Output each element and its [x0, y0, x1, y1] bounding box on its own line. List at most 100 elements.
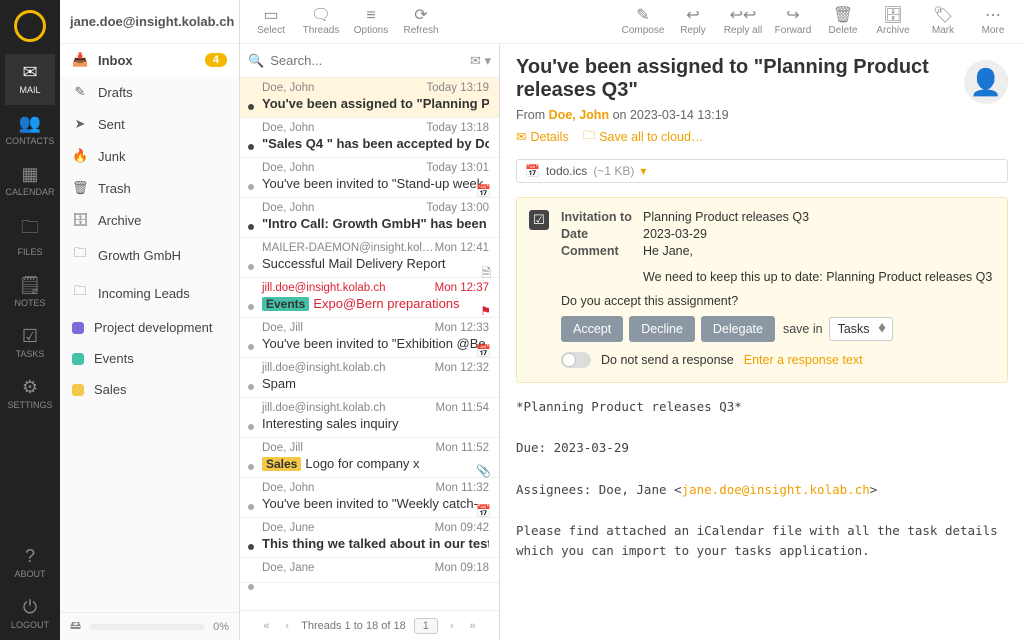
enter-response-link[interactable]: Enter a response text	[744, 353, 863, 367]
calendar-icon: ▦	[5, 164, 54, 185]
message-subject: "Intro Call: Growth GmbH" has been a…	[262, 216, 489, 231]
rail-contacts[interactable]: 👥CONTACTS	[5, 105, 54, 156]
refresh-icon: ⟳	[414, 8, 427, 24]
pager-next-icon[interactable]: ›	[446, 620, 458, 632]
message-row[interactable]: Doe, JillMon 12:33You've been invited to…	[240, 318, 499, 358]
rail-tasks[interactable]: ☑TASKS	[5, 318, 54, 369]
folder-icon: 🗄	[72, 212, 88, 228]
message-row[interactable]: Doe, JohnMon 11:32You've been invited to…	[240, 478, 499, 518]
unread-dot	[248, 264, 254, 270]
folder-project-development[interactable]: Project development	[60, 312, 239, 343]
assignee-email-link[interactable]: jane.doe@insight.kolab.ch	[682, 482, 870, 497]
message-date: Mon 09:42	[435, 522, 489, 534]
folder-archive[interactable]: 🗄Archive	[60, 204, 239, 236]
more-button[interactable]: ⋯More	[970, 2, 1016, 42]
message-from: Doe, June	[262, 522, 314, 534]
search-bar[interactable]: 🔍 ✉ ▾	[240, 44, 499, 78]
unread-dot	[248, 224, 254, 230]
rail-about[interactable]: ?ABOUT	[11, 538, 49, 589]
pager-first-icon[interactable]: «	[259, 620, 273, 632]
message-row[interactable]: jill.doe@insight.kolab.chMon 11:54Intere…	[240, 398, 499, 438]
rail-logout[interactable]: ⏻LOGOUT	[11, 589, 49, 640]
message-from: Doe, John	[262, 202, 314, 214]
tag-chip: Events	[262, 297, 309, 311]
unread-dot	[248, 424, 254, 430]
message-row[interactable]: Doe, JohnToday 13:00"Intro Call: Growth …	[240, 198, 499, 238]
reply-button[interactable]: ↩Reply	[670, 2, 716, 42]
message-row[interactable]: jill.doe@insight.kolab.chMon 12:37Events…	[240, 278, 499, 318]
chevron-down-icon[interactable]: ▾	[640, 164, 646, 178]
message-row[interactable]: Doe, JohnToday 13:19You've been assigned…	[240, 78, 499, 118]
message-subject: You've been invited to "Exhibition @Be…	[262, 336, 489, 351]
indicator-icon: 📅	[476, 344, 491, 358]
folder-trash[interactable]: 🗑Trash	[60, 172, 239, 204]
message-date: Mon 12:33	[435, 322, 489, 334]
select-button[interactable]: ▭Select	[248, 2, 294, 42]
account-header[interactable]: jane.doe@insight.kolab.ch ⋮	[60, 0, 239, 44]
folder-growth-gmbh[interactable]: 🗀Growth GmbH	[60, 236, 239, 274]
folder-sent[interactable]: ➤Sent	[60, 108, 239, 140]
message-row[interactable]: Doe, JohnToday 13:18"Sales Q4 " has been…	[240, 118, 499, 158]
threads-button[interactable]: 🗨Threads	[298, 2, 344, 42]
pager-page[interactable]: 1	[414, 618, 438, 634]
delete-button[interactable]: 🗑Delete	[820, 2, 866, 42]
rail-files[interactable]: 🗀FILES	[5, 207, 54, 267]
options-button[interactable]: ≡Options	[348, 2, 394, 42]
delete-icon: 🗑	[833, 8, 853, 24]
details-link[interactable]: ✉Details	[516, 126, 569, 147]
logout-icon: ⏻	[11, 597, 49, 618]
search-input[interactable]	[270, 53, 464, 68]
folder-incoming-leads[interactable]: 🗀Incoming Leads	[60, 274, 239, 312]
rail-notes[interactable]: 🗒NOTES	[5, 267, 54, 318]
rail-settings[interactable]: ⚙SETTINGS	[5, 369, 54, 420]
message-row[interactable]: MAILER-DAEMON@insight.kol…Mon 12:41Succe…	[240, 238, 499, 278]
mark-icon: 🏷	[933, 8, 953, 24]
compose-button[interactable]: ✎Compose	[620, 2, 666, 42]
unread-dot	[248, 464, 254, 470]
forward-button[interactable]: ↪Forward	[770, 2, 816, 42]
pager-last-icon[interactable]: »	[466, 620, 480, 632]
files-icon: 🗀	[5, 215, 54, 245]
folder-junk[interactable]: 🔥Junk	[60, 140, 239, 172]
message-row[interactable]: Doe, JohnToday 13:01You've been invited …	[240, 158, 499, 198]
unread-dot	[248, 344, 254, 350]
message-from: Doe, Jane	[262, 562, 314, 574]
message-row[interactable]: Doe, JaneMon 09:18	[240, 558, 499, 583]
accept-button[interactable]: Accept	[561, 316, 623, 342]
message-row[interactable]: Doe, JuneMon 09:42This thing we talked a…	[240, 518, 499, 558]
forward-icon: ↪	[786, 8, 799, 24]
reply-all-button[interactable]: ↩↩Reply all	[720, 2, 766, 42]
message-date: Mon 11:54	[436, 402, 490, 414]
delegate-button[interactable]: Delegate	[701, 316, 775, 342]
message-date: Mon 11:32	[436, 482, 490, 494]
folder-icon: 🗀	[72, 282, 88, 304]
archive-button[interactable]: 🗄Archive	[870, 2, 916, 42]
settings-icon: ⚙	[5, 377, 54, 398]
folder-events[interactable]: Events	[60, 343, 239, 374]
toolbar: ▭Select🗨Threads≡Options⟳Refresh ✎Compose…	[240, 0, 1024, 44]
decline-button[interactable]: Decline	[629, 316, 695, 342]
message-date: Today 13:18	[426, 122, 489, 134]
search-scope-icon[interactable]: ✉ ▾	[470, 53, 491, 69]
rail-calendar[interactable]: ▦CALENDAR	[5, 156, 54, 207]
attachment-chip[interactable]: 📅 todo.ics (~1 KB) ▾	[516, 159, 1008, 183]
message-from: jill.doe@insight.kolab.ch	[262, 362, 386, 374]
no-response-toggle[interactable]	[561, 352, 591, 368]
message-row[interactable]: jill.doe@insight.kolab.chMon 12:32Spam	[240, 358, 499, 398]
save-cloud-link[interactable]: 🗀Save all to cloud…	[583, 126, 704, 147]
folder-inbox[interactable]: 📥Inbox4	[60, 44, 239, 76]
folder-sales[interactable]: Sales	[60, 374, 239, 405]
sender-name[interactable]: Doe, John	[549, 108, 609, 122]
preview-pane: 👤 You've been assigned to "Planning Prod…	[500, 44, 1024, 640]
rail-mail[interactable]: ✉MAIL	[5, 54, 54, 105]
refresh-button[interactable]: ⟳Refresh	[398, 2, 444, 42]
message-row[interactable]: Doe, JillMon 11:52Sales Logo for company…	[240, 438, 499, 478]
folder-icon: 📥	[72, 52, 88, 68]
mail-icon: ✉	[5, 62, 54, 83]
unread-dot	[248, 304, 254, 310]
message-from: jill.doe@insight.kolab.ch	[262, 282, 386, 294]
pager-prev-icon[interactable]: ‹	[281, 620, 293, 632]
folder-drafts[interactable]: ✎Drafts	[60, 76, 239, 108]
save-target-select[interactable]: Tasks	[829, 317, 893, 341]
mark-button[interactable]: 🏷Mark	[920, 2, 966, 42]
